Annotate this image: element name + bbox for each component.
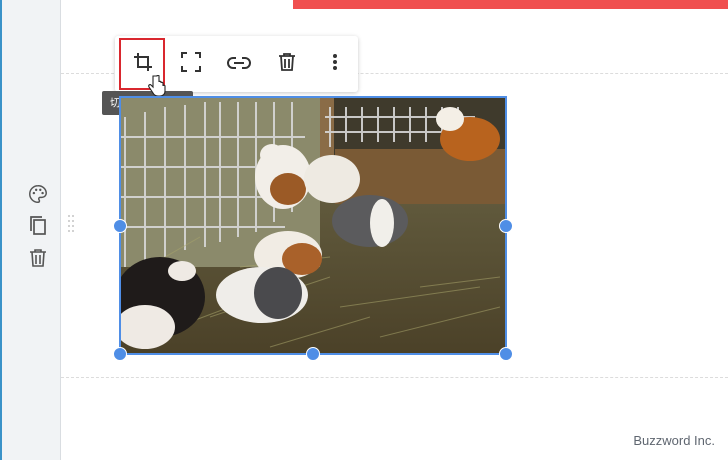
delete-button[interactable] — [263, 36, 311, 92]
resize-handle-bottom-right[interactable] — [499, 347, 513, 361]
left-rail — [2, 0, 61, 460]
trash-icon — [278, 52, 296, 76]
link-button[interactable] — [215, 36, 263, 92]
copy-icon[interactable] — [26, 214, 50, 238]
trash-icon[interactable] — [26, 246, 50, 270]
more-vertical-icon — [332, 53, 338, 75]
link-icon — [227, 55, 251, 74]
fullscreen-icon — [181, 52, 201, 76]
selected-image[interactable] — [119, 96, 507, 355]
drag-handle[interactable] — [67, 214, 75, 234]
resize-handle-left[interactable] — [113, 219, 127, 233]
fullscreen-button[interactable] — [167, 36, 215, 92]
block-divider-bottom — [61, 377, 728, 378]
brand-watermark: Buzzword Inc. — [633, 433, 715, 448]
top-accent-bar — [293, 0, 728, 9]
resize-handle-bottom-left[interactable] — [113, 347, 127, 361]
resize-handle-bottom[interactable] — [306, 347, 320, 361]
more-options-button[interactable] — [311, 36, 359, 92]
palette-icon[interactable] — [26, 182, 50, 206]
resize-handle-right[interactable] — [499, 219, 513, 233]
